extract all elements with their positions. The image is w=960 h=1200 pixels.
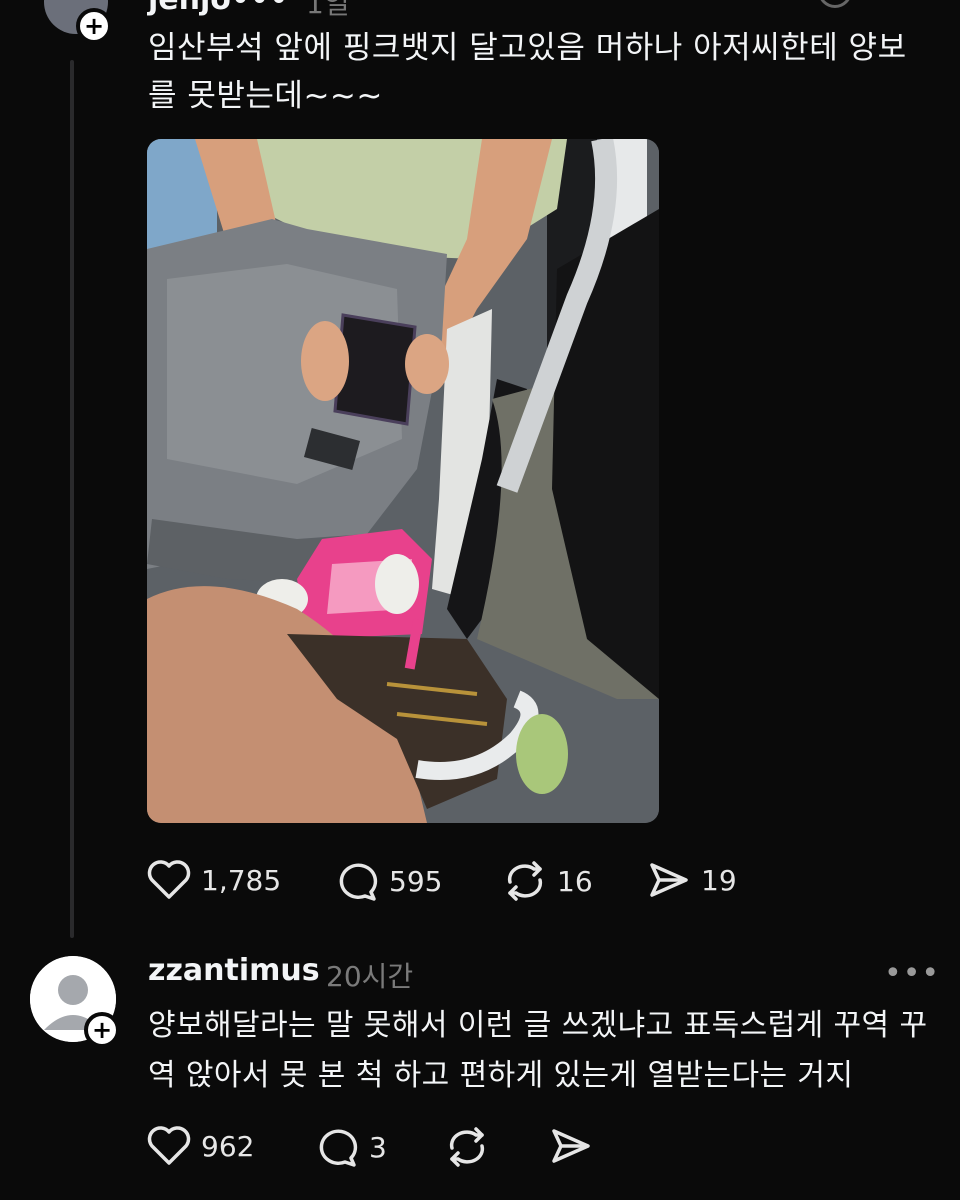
thread-connector-line [70, 60, 74, 938]
send-paper-plane-icon [650, 863, 688, 897]
post-author-username[interactable]: jenjo••• [148, 0, 288, 17]
heart-icon [147, 860, 191, 899]
post-body-text: 임산부석 앞에 핑크뱃지 달고있음 머하나 아저씨한테 양보를 못받는데~~~ [148, 30, 907, 114]
follow-plus-icon[interactable]: + [76, 8, 112, 44]
repost-arrows-icon [507, 861, 543, 901]
repost-count: 16 [557, 864, 593, 898]
post-more-icon[interactable] [818, 0, 852, 8]
repost-button[interactable]: 16 [503, 860, 593, 902]
comment-author-username[interactable]: zzantimus [148, 953, 320, 988]
follow-plus-icon[interactable]: + [84, 1012, 120, 1048]
comment-bubble-icon [319, 1129, 358, 1167]
comment-like-count: 962 [201, 1129, 255, 1163]
comment-share-button[interactable] [549, 1126, 593, 1166]
send-paper-plane-icon [552, 1129, 590, 1163]
reply-button[interactable]: 595 [335, 860, 442, 902]
comment-reply-button[interactable]: 3 [315, 1126, 387, 1168]
heart-icon [147, 1126, 191, 1165]
comment-bubble-icon [339, 863, 378, 901]
like-button[interactable]: 1,785 [147, 860, 281, 900]
comment-reply-count: 3 [369, 1130, 387, 1164]
share-button[interactable]: 19 [647, 860, 737, 900]
reply-count: 595 [389, 864, 443, 898]
post-photo[interactable] [147, 139, 659, 823]
more-dots-icon[interactable]: ••• [884, 956, 940, 991]
comment-like-button[interactable]: 962 [147, 1126, 254, 1166]
like-count: 1,785 [201, 863, 282, 897]
comment-body-text: 양보해달라는 말 못해서 이런 글 쓰겠냐고 표독스럽게 꾸역 꾸역 앉아서 못… [148, 1008, 928, 1093]
repost-arrows-icon [449, 1127, 485, 1167]
share-count: 19 [701, 863, 737, 897]
comment-timestamp: 20시간 [326, 960, 414, 993]
post-timestamp: 1일 [306, 0, 350, 20]
comment-repost-button[interactable] [445, 1126, 489, 1168]
